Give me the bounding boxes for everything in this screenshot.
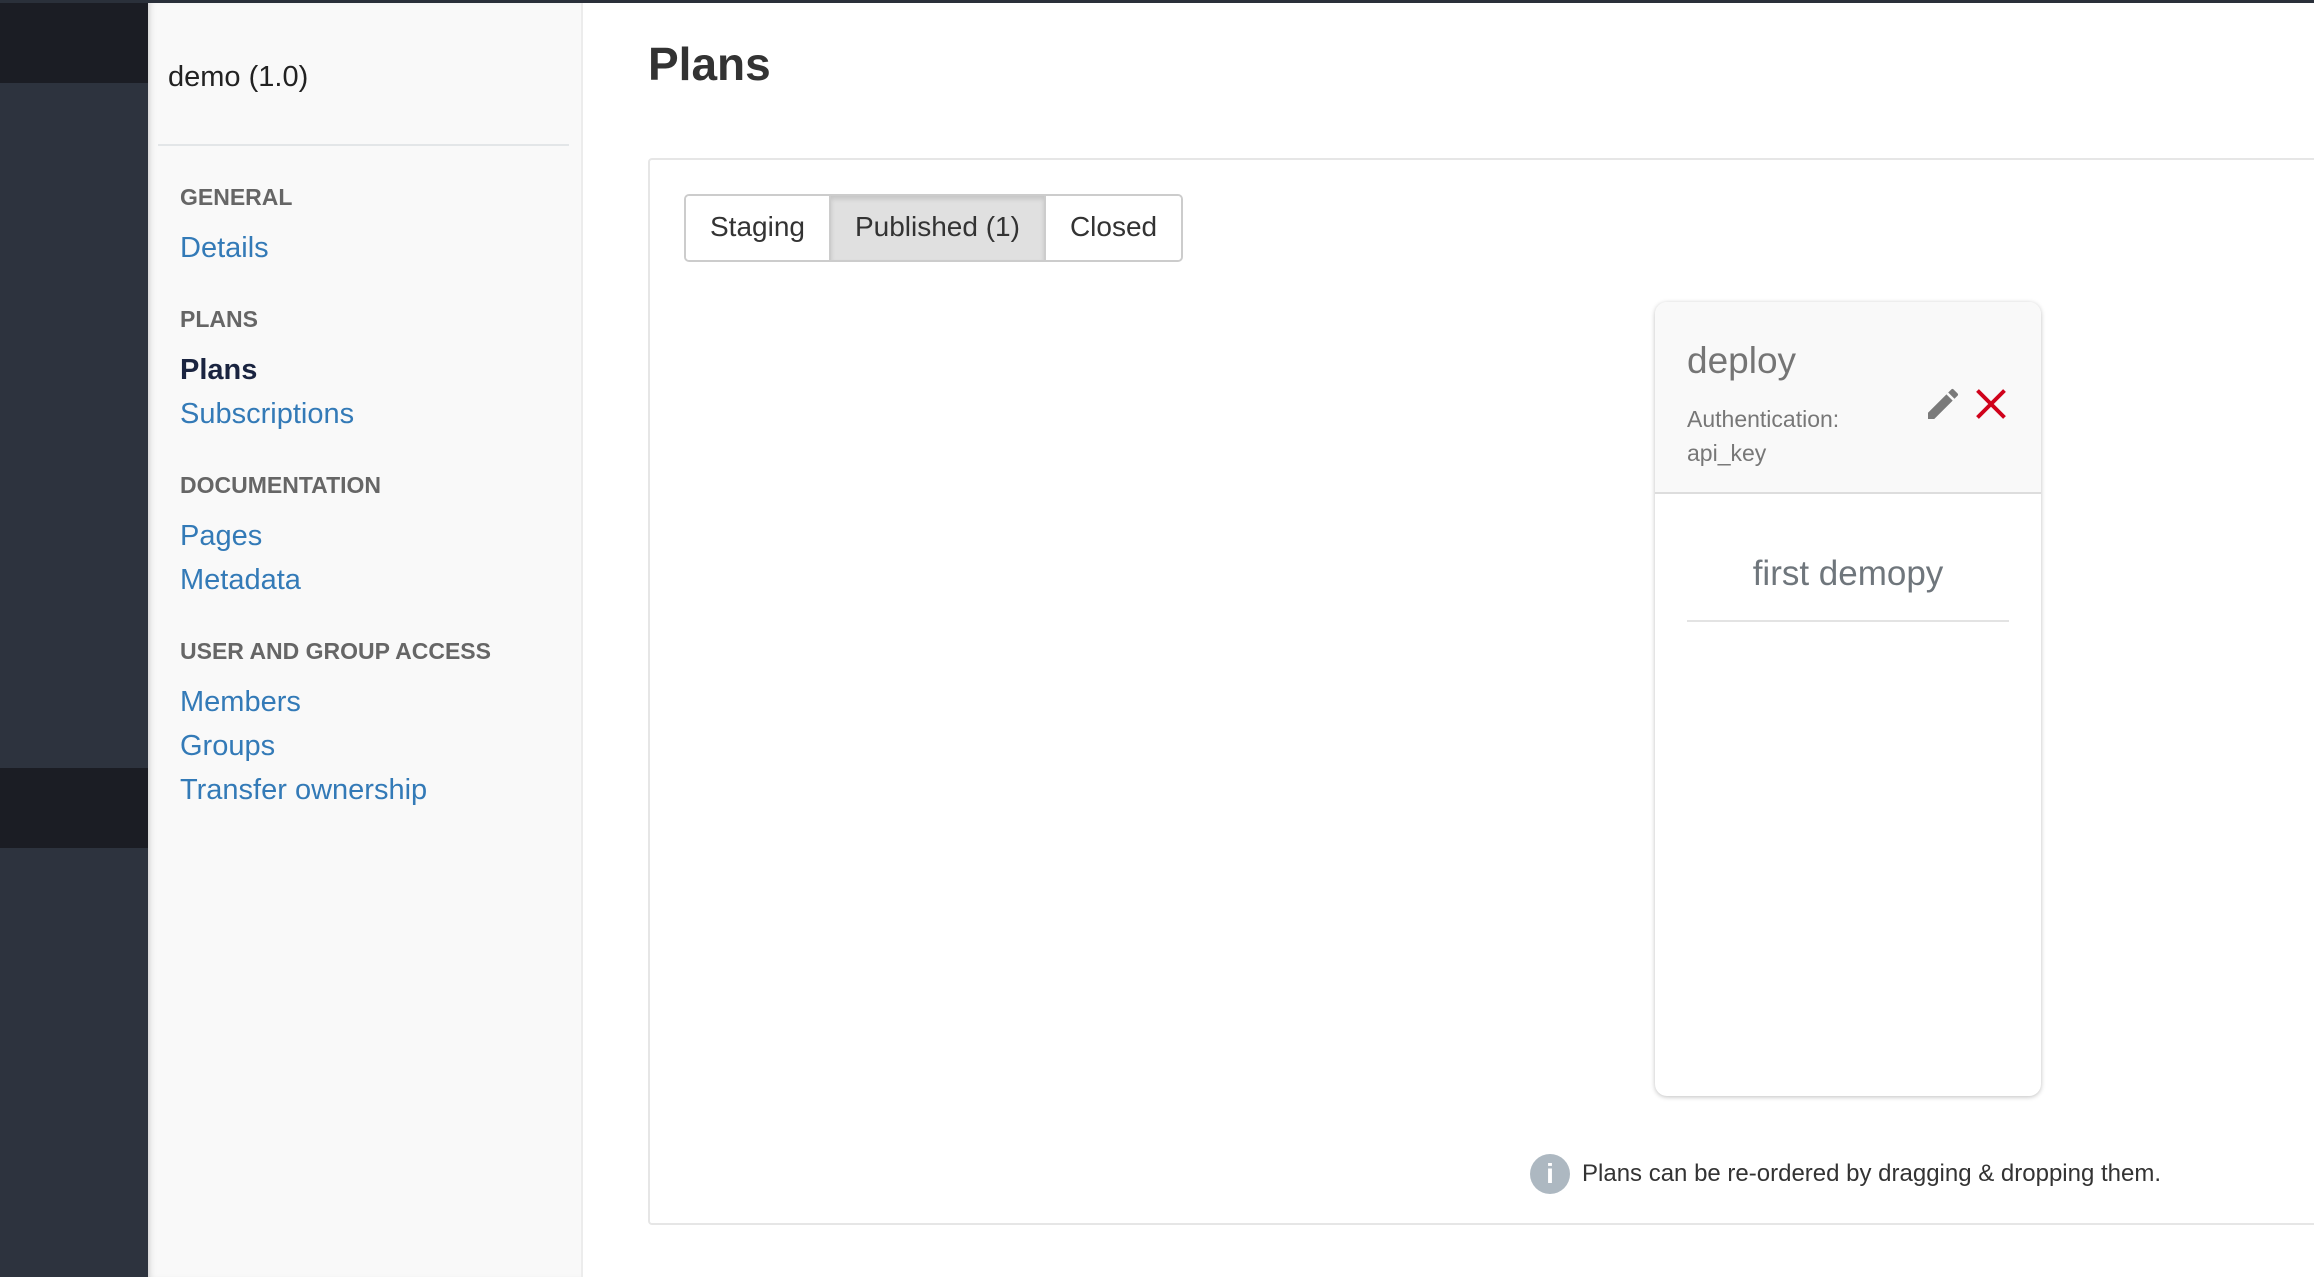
sidebar-item-transfer-ownership[interactable]: Transfer ownership xyxy=(180,774,427,807)
section-plans: PLANS xyxy=(180,306,258,332)
auth-value: api_key xyxy=(1687,440,1767,466)
section-documentation: DOCUMENTATION xyxy=(180,472,382,498)
page-title: Plans xyxy=(648,38,771,90)
nav-active-item[interactable] xyxy=(0,768,148,848)
plan-name: deploy xyxy=(1687,340,1797,381)
sidebar-item-subscriptions[interactable]: Subscriptions xyxy=(180,398,354,431)
api-name: demo (1.0) xyxy=(168,61,309,93)
plan-card[interactable]: deploy Authentication: api_key first dem… xyxy=(1655,302,2041,1096)
nav-header xyxy=(0,3,148,83)
main-nav xyxy=(0,3,148,1277)
tab-staging[interactable]: Staging xyxy=(686,196,831,260)
plan-authentication: Authentication: api_key xyxy=(1687,402,1839,470)
sidebar-item-metadata[interactable]: Metadata xyxy=(180,564,301,597)
reorder-info: i Plans can be re-ordered by dragging & … xyxy=(1530,1154,2161,1194)
api-sidebar: demo (1.0) GENERAL Details PLANS Plans S… xyxy=(148,3,583,1277)
sidebar-item-details[interactable]: Details xyxy=(180,232,269,265)
sidebar-item-members[interactable]: Members xyxy=(180,686,301,719)
sidebar-item-plans[interactable]: Plans xyxy=(180,354,257,387)
close-icon[interactable] xyxy=(1973,386,2009,422)
auth-label: Authentication: xyxy=(1687,406,1840,432)
divider xyxy=(1687,620,2009,622)
plan-status-tabs: Staging Published (1) Closed xyxy=(684,194,1184,262)
divider xyxy=(158,144,569,146)
plan-title: first demopy xyxy=(1752,554,1944,593)
info-text: Plans can be re-ordered by dragging & dr… xyxy=(1582,1160,2162,1187)
tab-published[interactable]: Published (1) xyxy=(830,196,1046,260)
section-user-group-access: USER AND GROUP ACCESS xyxy=(180,638,491,664)
sidebar-item-pages[interactable]: Pages xyxy=(180,520,262,553)
pencil-icon[interactable] xyxy=(1923,384,1963,424)
tab-closed[interactable]: Closed xyxy=(1045,196,1182,260)
sidebar-item-groups[interactable]: Groups xyxy=(180,730,275,763)
plan-card-header: deploy Authentication: api_key xyxy=(1655,302,2041,494)
plans-panel: Staging Published (1) Closed deploy Auth… xyxy=(648,158,2314,1225)
info-icon: i xyxy=(1530,1154,1570,1194)
section-general: GENERAL xyxy=(180,184,293,210)
